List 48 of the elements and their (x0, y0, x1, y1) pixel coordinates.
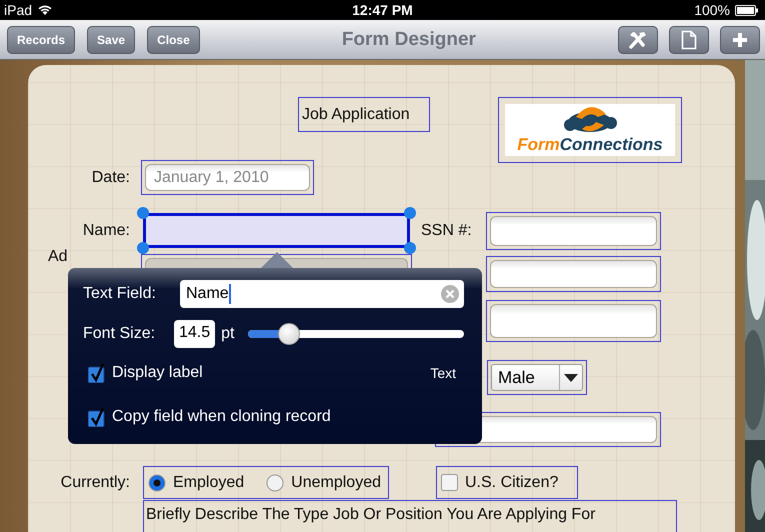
cloud-icon (562, 105, 618, 135)
logo-text: FormConnections (517, 135, 663, 155)
window-title: Form Designer (340, 28, 477, 50)
font-size-slider[interactable] (248, 322, 464, 346)
battery-percent: 100% (694, 2, 730, 18)
field-label: SSN #: (421, 221, 472, 241)
ssn-field[interactable] (490, 216, 657, 246)
popover-arrow (261, 252, 293, 268)
plus-icon (731, 30, 749, 48)
form-title: Job Application (302, 106, 410, 124)
text-field[interactable] (490, 260, 657, 288)
field-label: Currently: (60, 473, 130, 493)
device-name: iPad (4, 2, 32, 18)
new-page-button[interactable] (669, 26, 709, 54)
field-label: Date: (90, 168, 130, 188)
field-label: Name: (82, 221, 130, 241)
text-field-input[interactable]: Name (180, 280, 464, 308)
sex-dropdown[interactable]: Male (491, 364, 583, 391)
resize-handle[interactable] (404, 207, 416, 219)
toolbar-button[interactable]: Save (87, 26, 136, 54)
page-icon (681, 30, 697, 50)
battery-icon (735, 4, 759, 16)
toolbar-button[interactable]: Close (147, 26, 200, 54)
unit-label: pt (221, 325, 234, 343)
wifi-icon (37, 4, 54, 16)
tools-icon (628, 30, 648, 48)
font-size-field[interactable]: 14.5 (174, 320, 216, 348)
clear-icon[interactable] (441, 285, 459, 303)
description-label: Briefly Describe The Type Job Or Position You Are Applying For (146, 506, 596, 524)
radio-option[interactable]: Employed (148, 474, 244, 492)
radio-option[interactable]: Unemployed (266, 474, 381, 492)
toolbar-button[interactable]: Records (7, 26, 76, 54)
resize-handle[interactable] (404, 242, 416, 254)
name-field[interactable] (143, 213, 410, 248)
option-checkbox[interactable]: Display label (88, 363, 203, 383)
resize-handle[interactable] (137, 207, 149, 219)
add-button[interactable] (720, 26, 760, 54)
option-checkbox[interactable]: Copy field when cloning record (88, 407, 331, 427)
tools-button[interactable] (618, 26, 658, 54)
field-label: Ad (48, 247, 68, 267)
resize-handle[interactable] (137, 242, 149, 254)
date-field[interactable]: January 1, 2010 (145, 164, 310, 191)
clock-time: 12:47 PM (352, 2, 413, 18)
font-size-label: Font Size: (83, 325, 156, 343)
caret-icon (564, 374, 578, 382)
text-field-label: Text Field: (83, 285, 157, 303)
text-field[interactable] (490, 304, 657, 338)
hint-label: Text (430, 365, 456, 381)
